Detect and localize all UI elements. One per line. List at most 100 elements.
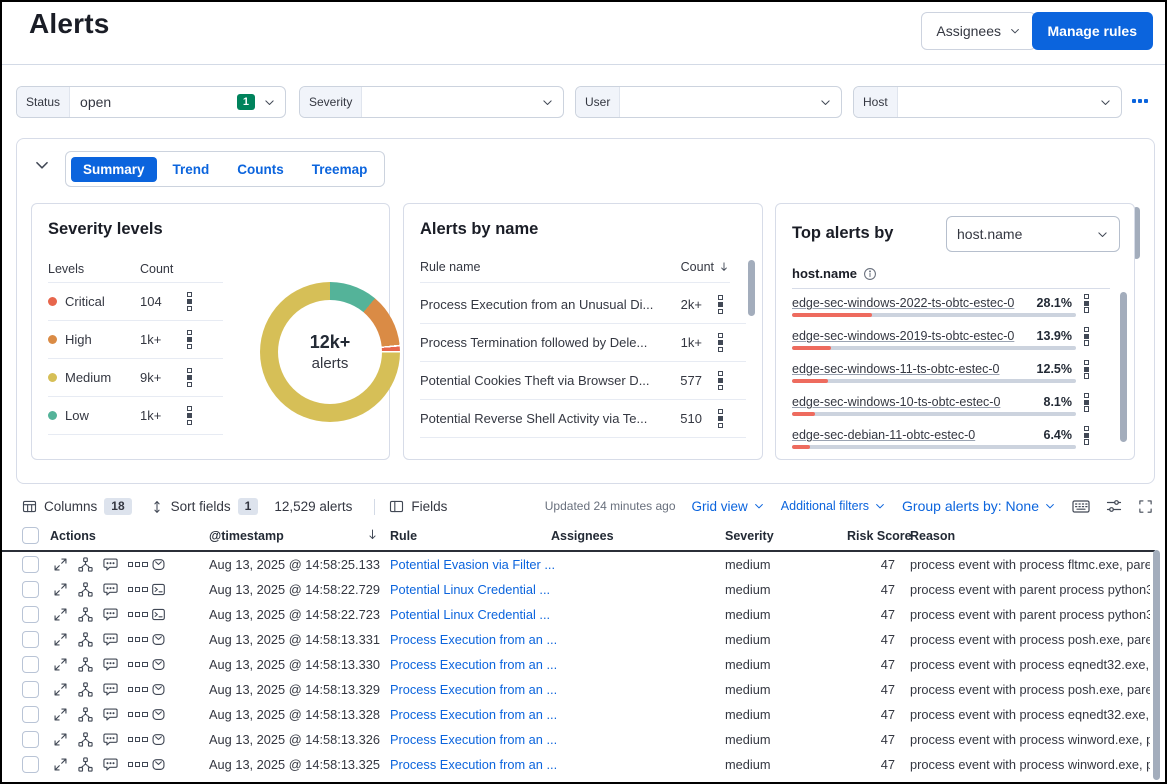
fullscreen-icon[interactable] [1138, 499, 1153, 514]
sort-fields-button[interactable]: Sort fields 1 [150, 498, 259, 515]
chart-view-tab[interactable]: Summary [71, 157, 157, 182]
row-actions-icon[interactable] [185, 404, 194, 427]
chart-view-tab[interactable]: Trend [161, 157, 222, 182]
chart-view-tab[interactable]: Treemap [300, 157, 380, 182]
row-actions-icon[interactable] [716, 293, 725, 316]
analyzer-icon[interactable] [78, 682, 93, 697]
expand-alert-icon[interactable] [53, 682, 68, 697]
user-filter[interactable]: User [575, 86, 842, 118]
comment-icon[interactable] [103, 732, 118, 747]
comment-icon[interactable] [103, 707, 118, 722]
comment-icon[interactable] [103, 657, 118, 672]
analyzer-icon[interactable] [78, 557, 93, 572]
expand-alert-icon[interactable] [53, 757, 68, 772]
host-name-link[interactable]: edge-sec-windows-2019-ts-obtc-estec-0 [792, 329, 1030, 343]
host-name-link[interactable]: edge-sec-windows-11-ts-obtc-estec-0 [792, 362, 1030, 376]
row-checkbox[interactable] [22, 681, 39, 698]
row-checkbox[interactable] [22, 756, 39, 773]
more-filters-icon[interactable] [1132, 93, 1154, 109]
row-actions-icon[interactable] [185, 366, 194, 389]
comment-icon[interactable] [103, 757, 118, 772]
alert-rule-link[interactable]: Potential Linux Credential ... [390, 582, 550, 597]
comment-icon[interactable] [103, 582, 118, 597]
analyzer-icon[interactable] [78, 582, 93, 597]
top-alerts-field-select[interactable]: host.name [946, 216, 1120, 252]
severity-column-header[interactable]: Severity [725, 529, 774, 543]
timestamp-column-header[interactable]: @timestamp [209, 529, 284, 543]
columns-button[interactable]: Columns 18 [22, 498, 132, 515]
analyzer-icon[interactable] [78, 757, 93, 772]
alert-rule-link[interactable]: Potential Evasion via Filter ... [390, 557, 555, 572]
comment-icon[interactable] [103, 607, 118, 622]
more-actions-icon[interactable] [128, 662, 148, 667]
chart-view-tab[interactable]: Counts [225, 157, 296, 182]
row-actions-icon[interactable] [1082, 424, 1091, 447]
keyboard-shortcuts-icon[interactable] [1072, 499, 1090, 514]
row-checkbox[interactable] [22, 581, 39, 598]
more-actions-icon[interactable] [128, 687, 148, 692]
alerts-by-name-scrollbar[interactable] [748, 260, 755, 316]
collapse-charts-icon[interactable] [33, 156, 51, 174]
more-actions-icon[interactable] [128, 737, 148, 742]
info-icon[interactable] [863, 267, 877, 281]
expand-alert-icon[interactable] [53, 557, 68, 572]
host-name-link[interactable]: edge-sec-debian-11-obtc-estec-0 [792, 428, 1030, 442]
more-actions-icon[interactable] [128, 762, 148, 767]
analyzer-icon[interactable] [78, 707, 93, 722]
additional-filters-dropdown[interactable]: Additional filters [781, 499, 886, 513]
more-actions-icon[interactable] [128, 612, 148, 617]
host-name-link[interactable]: edge-sec-windows-10-ts-obtc-estec-0 [792, 395, 1030, 409]
display-options-icon[interactable] [1106, 498, 1122, 514]
severity-filter[interactable]: Severity [299, 86, 564, 118]
expand-alert-icon[interactable] [53, 657, 68, 672]
alert-rule-link[interactable]: Process Execution from an ... [390, 732, 557, 747]
alert-rule-link[interactable]: Process Execution from an ... [390, 707, 557, 722]
analyzer-icon[interactable] [78, 607, 93, 622]
comment-icon[interactable] [103, 557, 118, 572]
comment-icon[interactable] [103, 682, 118, 697]
row-actions-icon[interactable] [1082, 325, 1091, 348]
alert-rule-link[interactable]: Process Execution from an ... [390, 757, 557, 772]
row-checkbox[interactable] [22, 556, 39, 573]
comment-icon[interactable] [103, 632, 118, 647]
alert-rule-link[interactable]: Potential Linux Credential ... [390, 607, 550, 622]
assignees-button[interactable]: Assignees [921, 12, 1036, 50]
row-actions-icon[interactable] [1082, 358, 1091, 381]
reason-column-header[interactable]: Reason [910, 529, 955, 543]
row-actions-icon[interactable] [716, 369, 725, 392]
row-actions-icon[interactable] [185, 290, 194, 313]
manage-rules-button[interactable]: Manage rules [1032, 12, 1153, 50]
rule-column-header[interactable]: Rule [390, 529, 417, 543]
alert-rule-link[interactable]: Process Execution from an ... [390, 632, 557, 647]
analyzer-icon[interactable] [78, 732, 93, 747]
more-actions-icon[interactable] [128, 637, 148, 642]
row-checkbox[interactable] [22, 731, 39, 748]
assignees-column-header[interactable]: Assignees [551, 529, 614, 543]
more-actions-icon[interactable] [128, 712, 148, 717]
group-alerts-dropdown[interactable]: Group alerts by: None [902, 498, 1056, 514]
row-checkbox[interactable] [22, 656, 39, 673]
risk-score-column-header[interactable]: Risk Score [847, 529, 912, 543]
row-actions-icon[interactable] [1082, 391, 1091, 414]
expand-alert-icon[interactable] [53, 582, 68, 597]
count-column[interactable]: Count [681, 260, 714, 274]
status-filter[interactable]: Status open 1 [16, 86, 286, 118]
expand-alert-icon[interactable] [53, 707, 68, 722]
grid-scrollbar[interactable] [1153, 550, 1160, 780]
row-checkbox[interactable] [22, 631, 39, 648]
row-actions-icon[interactable] [716, 331, 725, 354]
more-actions-icon[interactable] [128, 587, 148, 592]
row-checkbox[interactable] [22, 606, 39, 623]
row-actions-icon[interactable] [185, 328, 194, 351]
more-actions-icon[interactable] [128, 562, 148, 567]
analyzer-icon[interactable] [78, 632, 93, 647]
row-actions-icon[interactable] [1082, 292, 1091, 315]
expand-alert-icon[interactable] [53, 632, 68, 647]
row-actions-icon[interactable] [716, 407, 725, 430]
alert-rule-link[interactable]: Process Execution from an ... [390, 657, 557, 672]
analyzer-icon[interactable] [78, 657, 93, 672]
grid-view-dropdown[interactable]: Grid view [692, 499, 765, 514]
select-all-checkbox[interactable] [22, 527, 39, 544]
row-checkbox[interactable] [22, 706, 39, 723]
host-name-link[interactable]: edge-sec-windows-2022-ts-obtc-estec-0 [792, 296, 1030, 310]
